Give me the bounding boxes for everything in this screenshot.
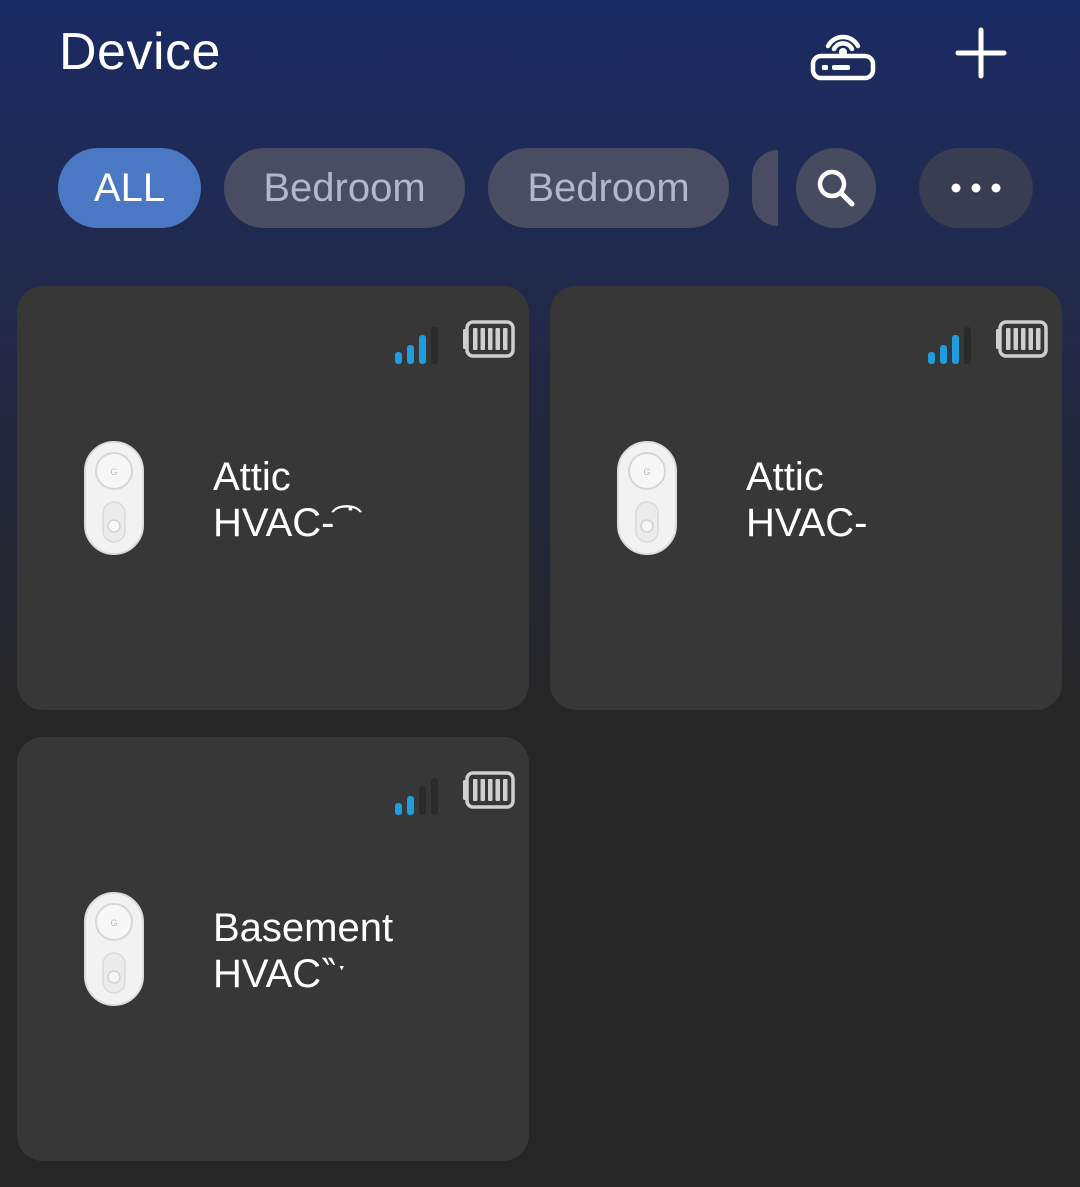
signal-bar <box>419 786 426 815</box>
tab-bedroom-2[interactable]: Bedroom <box>488 148 729 228</box>
signal-bar <box>419 335 426 364</box>
tab-partial[interactable] <box>752 150 778 226</box>
device-name: Basement HVAC‶ˑ <box>213 905 503 997</box>
device-name-line1: Attic <box>213 455 291 499</box>
search-icon <box>817 169 855 207</box>
device-name-line1: Attic <box>746 455 824 499</box>
door-sensor-icon: G <box>617 441 677 555</box>
device-name-line2: HVAC‶ˑ <box>213 952 348 996</box>
door-sensor-icon: G <box>84 441 144 555</box>
signal-strength-icon <box>395 778 438 815</box>
device-card[interactable]: G Basement HVAC‶ˑ <box>17 737 529 1161</box>
device-name-line2: HVAC- <box>746 501 868 545</box>
tab-all[interactable]: ALL <box>58 148 201 228</box>
signal-bar <box>407 796 414 815</box>
device-name-line2: HVAC-͡ ˙ <box>213 501 359 545</box>
signal-bar <box>395 803 402 815</box>
hub-router-icon <box>810 34 876 81</box>
plus-icon <box>955 27 1007 79</box>
hub-button[interactable] <box>808 20 878 84</box>
more-dots-icon <box>951 183 1001 193</box>
page-title: Device <box>59 23 221 81</box>
signal-bar <box>431 327 438 364</box>
svg-text:G: G <box>643 467 650 477</box>
signal-bar <box>928 352 935 364</box>
signal-bar <box>940 345 947 364</box>
signal-strength-icon <box>395 327 438 364</box>
device-name-line1: Basement <box>213 906 394 950</box>
signal-bar <box>952 335 959 364</box>
signal-bar <box>431 778 438 815</box>
svg-text:G: G <box>110 918 117 928</box>
battery-icon <box>463 771 515 809</box>
device-card[interactable]: G Attic HVAC- <box>550 286 1062 710</box>
svg-text:G: G <box>110 467 117 477</box>
add-device-button[interactable] <box>950 22 1012 84</box>
app-header: Device <box>0 0 1080 110</box>
tab-bedroom[interactable]: Bedroom <box>224 148 465 228</box>
device-name: Attic HVAC- <box>746 454 1036 546</box>
door-sensor-icon: G <box>84 892 144 1006</box>
device-card[interactable]: G Attic HVAC-͡ ˙ <box>17 286 529 710</box>
signal-bar <box>407 345 414 364</box>
device-name: Attic HVAC-͡ ˙ <box>213 454 503 546</box>
signal-strength-icon <box>928 327 971 364</box>
room-filter-bar: ALL Bedroom Bedroom <box>0 148 1080 230</box>
more-options-button[interactable] <box>919 148 1033 228</box>
search-button[interactable] <box>796 148 876 228</box>
signal-bar <box>964 327 971 364</box>
battery-icon <box>996 320 1048 358</box>
battery-icon <box>463 320 515 358</box>
signal-bar <box>395 352 402 364</box>
